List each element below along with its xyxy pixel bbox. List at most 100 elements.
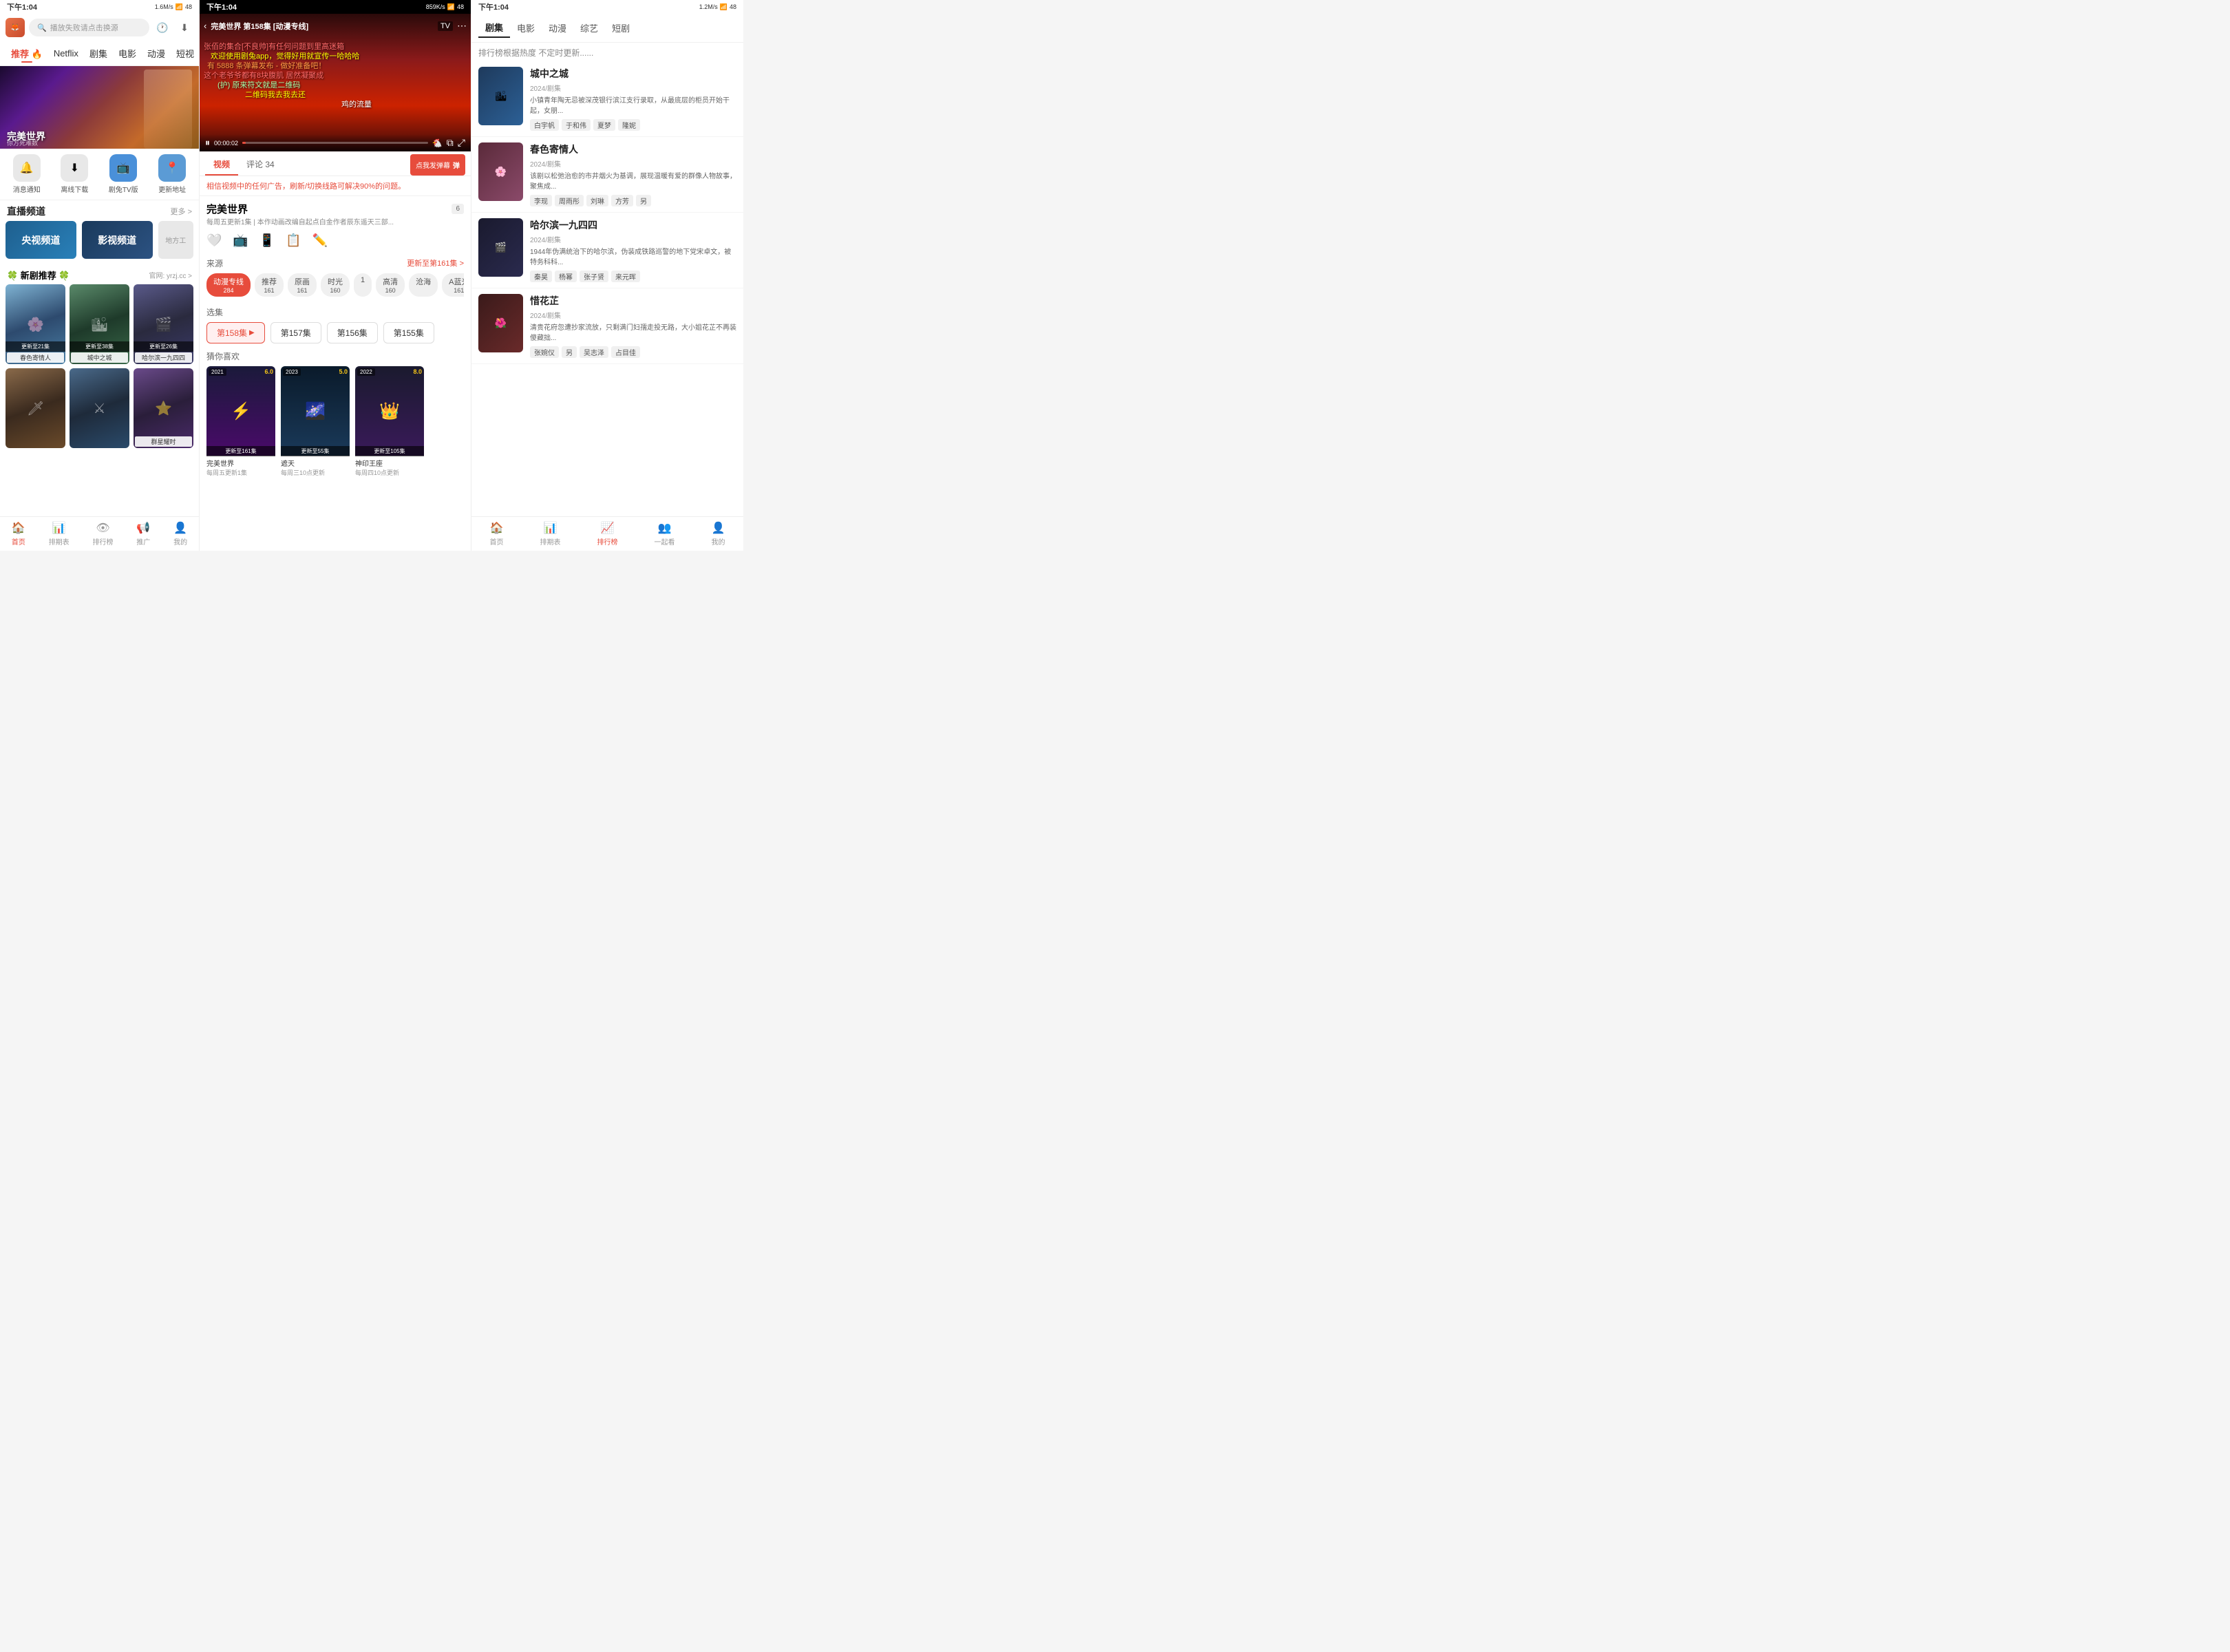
hero-banner[interactable]: 完美世界 你方死难数 [0,66,199,149]
right-status-icons: 1.2M/s 📶 48 [699,3,736,11]
right-nav-together[interactable]: 👥 一起看 [655,521,675,547]
cctv-channel[interactable]: 央视频道 [6,221,76,259]
right-tab-drama[interactable]: 剧集 [478,18,510,38]
left-nav-home[interactable]: 🏠 首页 [12,521,25,547]
subtitle-icon[interactable]: 🐔 [432,138,443,148]
source-dongman[interactable]: 动漫专线 284 [206,273,251,297]
drama-card-3[interactable]: 🎬 更新至26集 哈尔滨一九四四 [134,284,193,364]
source-yuanhua[interactable]: 原画 161 [288,273,317,297]
edit-action[interactable]: ✏️ [312,233,328,248]
nav-item-drama[interactable]: 剧集 [84,44,113,63]
quick-icon-notification[interactable]: 🔔 消息通知 [13,154,41,194]
mid-status-bar: 下午1:04 859K/s 📶 48 [200,0,471,14]
nav-item-movie[interactable]: 电影 [113,44,142,63]
tag-3-2: 杨幂 [555,271,577,282]
rank-info-2: 春色寄情人 2024/剧集 该剧以松弛治愈的市井烟火为基调，展现温暖有爱的群像人… [530,142,736,206]
danmaku-send-btn[interactable]: 点我发弹幕 弹 [410,154,465,176]
drama-card-4[interactable]: 🗡 [6,368,65,448]
mid-status-icons: 859K/s 📶 48 [426,3,464,11]
right-nav-home[interactable]: 🏠 首页 [490,521,504,547]
player-title: 完美世界 第158集 [动漫专线] [211,21,434,32]
left-nav-schedule[interactable]: 📊 排期表 [49,521,70,547]
new-drama-site[interactable]: 官网: yrzj.cc > [149,270,192,280]
right-tab-anime[interactable]: 动漫 [542,19,573,37]
nav-item-recommend[interactable]: 推荐 🔥 [6,44,48,63]
ep-156[interactable]: 第156集 [327,322,378,343]
drama-card-2[interactable]: 🏙 更新至38集 城中之城 [70,284,129,364]
right-tab-variety[interactable]: 综艺 [573,19,605,37]
live-title: 直播频道 [7,204,45,218]
right-tab-movie[interactable]: 电影 [510,19,542,37]
ep-155[interactable]: 第155集 [383,322,434,343]
drama-grid: 🌸 更新至21集 春色寄情人 🏙 更新至38集 城中之城 🎬 更新至26集 哈尔… [0,284,199,454]
danmaku-area: 张佰的集合[不良帅]有任何问题到里高迷箱 欢迎使用剧兔app，觉得好用就宣传一哈… [204,34,467,147]
pause-btn[interactable]: ⏸ [205,137,210,149]
live-more[interactable]: 更多 > [171,206,192,217]
tv-label: 剧兔TV版 [109,184,138,194]
history-icon[interactable]: 🕐 [153,19,171,36]
fullscreen-btn[interactable]: ⤢ [458,137,465,149]
left-wifi-icon: 📶 [176,3,183,11]
right-nav-profile[interactable]: 👤 我的 [712,521,725,547]
source-canghao[interactable]: 沧海 [409,273,438,297]
search-box[interactable]: 🔍 播放失败请点击换源 [29,19,149,36]
nav-item-anime[interactable]: 动漫 [142,44,171,63]
tab-comments[interactable]: 评论 34 [238,154,283,176]
right-nav-ranking[interactable]: 📈 排行榜 [597,521,618,547]
rec-sub-3: 每周四10点更新 [355,468,424,477]
drama-card-6[interactable]: ⭐ 群星耀时 [134,368,193,448]
right-tab-short[interactable]: 短剧 [605,19,637,37]
video-player[interactable]: ‹ 完美世界 第158集 [动漫专线] TV ⋯ 张佰的集合[不良帅]有任何问题… [200,14,471,151]
recommend-title: 猜你喜欢 [206,350,464,362]
rank-poster-1: 🏙 [478,67,523,125]
download-circle: ⬇ [61,154,88,182]
more-icon[interactable]: ⋯ [457,20,467,32]
source-ablueray[interactable]: A蓝光 161 [442,273,464,297]
progress-fill [242,142,246,144]
back-icon[interactable]: ‹ [204,21,206,31]
list-action[interactable]: 📋 [286,233,301,248]
local-channel[interactable]: 地方工 [158,221,193,259]
tv-action[interactable]: 📺 [233,233,248,248]
progress-bar[interactable] [242,142,428,144]
rank-poster-4: 🌺 [478,294,523,352]
source-1[interactable]: 1 [354,273,372,297]
phone-action[interactable]: 📱 [259,233,275,248]
quick-icon-download[interactable]: ⬇ 离线下载 [61,154,88,194]
rank-card-chunse[interactable]: 🌸 春色寄情人 2024/剧集 该剧以松弛治愈的市井烟火为基调，展现温暖有爱的群… [471,137,743,213]
tab-video[interactable]: 视频 [205,154,238,176]
rank-card-haerbin[interactable]: 🎬 哈尔滨一九四四 2024/剧集 1944年伪满统治下的哈尔滨，伪装成铁路巡警… [471,213,743,288]
source-tuijian[interactable]: 推荐 161 [255,273,284,297]
search-icon: 🔍 [37,23,47,32]
right-nav-schedule[interactable]: 📊 排期表 [540,521,561,547]
right-together-icon: 👥 [658,521,672,535]
ep-157[interactable]: 第157集 [270,322,321,343]
source-update[interactable]: 更新至第161集 > [407,257,464,269]
left-nav-profile[interactable]: 👤 我的 [173,521,187,547]
pip-btn[interactable]: ⧉ [447,137,454,149]
download-icon[interactable]: ⬇ [176,19,193,36]
left-nav-promo[interactable]: 📢 推广 [136,521,150,547]
source-shiguang[interactable]: 时光 160 [321,273,350,297]
tag-2-5: 另 [636,195,651,206]
rec-card-wanmei[interactable]: ⚡ 2021 6.0 更新至161集 完美世界 每周五更新1集 [206,366,275,477]
ep-158[interactable]: 第158集 ▶ [206,322,265,343]
left-avatar[interactable]: 🦊 [6,18,25,37]
quick-icon-tv[interactable]: 📺 剧兔TV版 [109,154,138,194]
nav-item-netflix[interactable]: Netflix [48,45,84,61]
left-nav-ranking[interactable]: 👁 排行榜 [92,521,113,547]
source-gaoqing[interactable]: 高清 160 [376,273,405,297]
rank-tags-3: 秦昊 杨幂 张子贤 来元晖 [530,271,736,282]
rank-card-xihuazhi[interactable]: 🌺 惜花芷 2024/剧集 清贵花府忽遭抄家流放，只剩满门妇孺走投无路，大小姐花… [471,288,743,364]
playing-icon: ▶ [249,329,255,337]
nav-item-short[interactable]: 短视 [171,44,199,63]
rec-card-shenyinwangzuo[interactable]: 👑 2022 8.0 更新至105集 神印王座 每周四10点更新 [355,366,424,477]
rank-card-chengzhongcheng[interactable]: 🏙 城中之城 2024/剧集 小镇青年陶无忌被深茂银行滨江支行录取，从最底层的柜… [471,61,743,137]
like-action[interactable]: 🤍 [206,233,222,248]
drama-card-1[interactable]: 🌸 更新至21集 春色寄情人 [6,284,65,364]
quick-icon-update[interactable]: 📍 更新地址 [158,154,186,194]
rec-name-2: 遮天 [281,458,350,468]
movie-channel[interactable]: 影视频道 [82,221,153,259]
rec-card-zhetian[interactable]: 🌌 2023 5.0 更新至55集 遮天 每周三10点更新 [281,366,350,477]
drama-card-5[interactable]: ⚔ [70,368,129,448]
